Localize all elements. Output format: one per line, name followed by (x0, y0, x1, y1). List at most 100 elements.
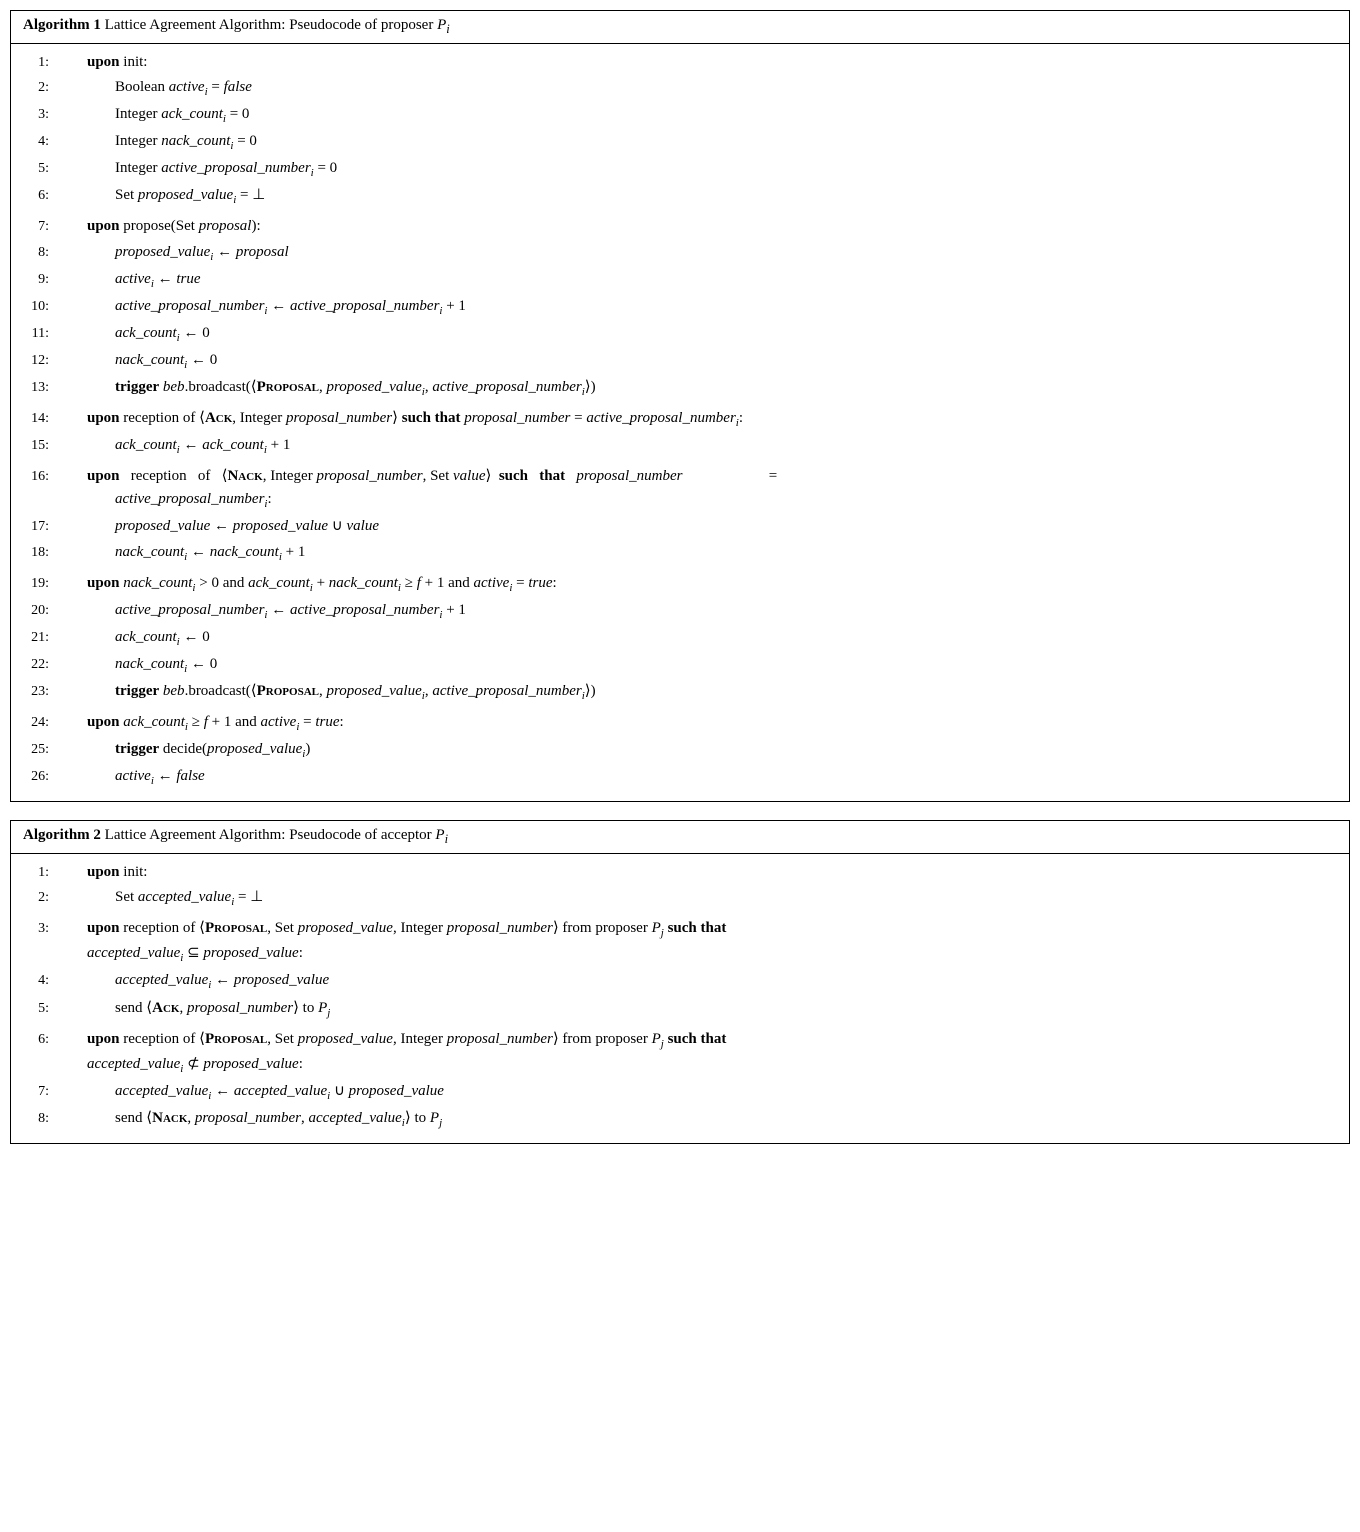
line-number: 4: (11, 969, 59, 992)
code-line: 16:upon reception of ⟨Nack, Integer prop… (11, 464, 1349, 514)
line-number: 3: (11, 917, 59, 940)
code-line: 6:Set proposed_valuei = ⊥ (11, 183, 1349, 210)
line-content: upon reception of ⟨Proposal, Set propose… (59, 1028, 1349, 1078)
line-content: active_proposal_numberi ← active_proposa… (59, 295, 1349, 320)
code-line: 4:accepted_valuei ← proposed_value (11, 968, 1349, 995)
code-line: 8:send ⟨Nack, proposal_number, accepted_… (11, 1106, 1349, 1133)
line-content: ack_counti ← 0 (59, 626, 1349, 651)
code-line: 6:upon reception of ⟨Proposal, Set propo… (11, 1027, 1349, 1079)
code-line: 11:ack_counti ← 0 (11, 321, 1349, 348)
line-content: upon reception of ⟨Proposal, Set propose… (59, 917, 1349, 967)
line-content: Integer ack_counti = 0 (59, 103, 1349, 128)
line-content: upon nack_counti > 0 and ack_counti + na… (59, 572, 1349, 597)
algorithm-P: Pi (435, 827, 448, 843)
line-number: 6: (11, 184, 59, 207)
line-content: Integer nack_counti = 0 (59, 130, 1349, 155)
line-number: 15: (11, 434, 59, 457)
code-line: 15:ack_counti ← ack_counti + 1 (11, 433, 1349, 460)
line-number: 11: (11, 322, 59, 345)
line-number: 10: (11, 295, 59, 318)
line-content: upon reception of ⟨Nack, Integer proposa… (59, 465, 1349, 513)
algorithm-P: Pi (437, 17, 450, 33)
line-content: send ⟨Nack, proposal_number, accepted_va… (59, 1107, 1349, 1132)
line-content: upon reception of ⟨Ack, Integer proposal… (59, 407, 1349, 432)
algorithm-label: Algorithm 2 (23, 827, 101, 843)
line-number: 18: (11, 541, 59, 564)
code-line: 1:upon init: (11, 860, 1349, 885)
line-content: send ⟨Ack, proposal_number⟩ to Pj (59, 997, 1349, 1022)
algorithm-body-algo2: 1:upon init:2:Set accepted_valuei = ⊥3:u… (11, 854, 1349, 1143)
line-number: 20: (11, 599, 59, 622)
line-content: trigger beb.broadcast(⟨Proposal, propose… (59, 680, 1349, 705)
algorithm-label: Algorithm 1 (23, 17, 101, 33)
line-number: 17: (11, 515, 59, 538)
line-number: 19: (11, 572, 59, 595)
line-content: nack_counti ← nack_counti + 1 (59, 541, 1349, 566)
algorithm-box-algo2: Algorithm 2 Lattice Agreement Algorithm:… (10, 820, 1350, 1144)
line-content: Set proposed_valuei = ⊥ (59, 184, 1349, 209)
line-number: 9: (11, 268, 59, 291)
code-line: 2:Set accepted_valuei = ⊥ (11, 885, 1349, 912)
line-number: 8: (11, 241, 59, 264)
line-number: 25: (11, 738, 59, 761)
algorithm-box-algo1: Algorithm 1 Lattice Agreement Algorithm:… (10, 10, 1350, 802)
line-content: activei ← true (59, 268, 1349, 293)
line-content: accepted_valuei ← proposed_value (59, 969, 1349, 994)
code-line: 14:upon reception of ⟨Ack, Integer propo… (11, 406, 1349, 433)
line-content: ack_counti ← ack_counti + 1 (59, 434, 1349, 459)
line-number: 23: (11, 680, 59, 703)
line-number: 24: (11, 711, 59, 734)
code-line: 13:trigger beb.broadcast(⟨Proposal, prop… (11, 375, 1349, 402)
line-content: upon propose(Set proposal): (59, 215, 1349, 238)
line-number: 2: (11, 886, 59, 909)
code-line: 24:upon ack_counti ≥ f + 1 and activei =… (11, 710, 1349, 737)
line-number: 1: (11, 861, 59, 884)
code-line: 20:active_proposal_numberi ← active_prop… (11, 598, 1349, 625)
code-line: 2:Boolean activei = false (11, 75, 1349, 102)
line-number: 14: (11, 407, 59, 430)
line-number: 4: (11, 130, 59, 153)
code-line: 8:proposed_valuei ← proposal (11, 240, 1349, 267)
line-content: trigger decide(proposed_valuei) (59, 738, 1349, 763)
algorithm-header-algo2: Algorithm 2 Lattice Agreement Algorithm:… (11, 821, 1349, 854)
line-number: 16: (11, 465, 59, 488)
line-number: 1: (11, 51, 59, 74)
line-content: Boolean activei = false (59, 76, 1349, 101)
code-line: 7:accepted_valuei ← accepted_valuei ∪ pr… (11, 1079, 1349, 1106)
line-number: 2: (11, 76, 59, 99)
algorithm-header-algo1: Algorithm 1 Lattice Agreement Algorithm:… (11, 11, 1349, 44)
line-number: 12: (11, 349, 59, 372)
line-number: 21: (11, 626, 59, 649)
line-number: 6: (11, 1028, 59, 1051)
line-number: 22: (11, 653, 59, 676)
line-content: ack_counti ← 0 (59, 322, 1349, 347)
code-line: 7:upon propose(Set proposal): (11, 214, 1349, 239)
code-line: 10:active_proposal_numberi ← active_prop… (11, 294, 1349, 321)
code-line: 4:Integer nack_counti = 0 (11, 129, 1349, 156)
code-line: 12:nack_counti ← 0 (11, 348, 1349, 375)
code-line: 22:nack_counti ← 0 (11, 652, 1349, 679)
line-number: 8: (11, 1107, 59, 1130)
code-line: 5:send ⟨Ack, proposal_number⟩ to Pj (11, 996, 1349, 1023)
line-content: upon ack_counti ≥ f + 1 and activei = tr… (59, 711, 1349, 736)
code-line: 3:upon reception of ⟨Proposal, Set propo… (11, 916, 1349, 968)
line-content: active_proposal_numberi ← active_proposa… (59, 599, 1349, 624)
line-number: 13: (11, 376, 59, 399)
code-line: 19:upon nack_counti > 0 and ack_counti +… (11, 571, 1349, 598)
line-number: 5: (11, 997, 59, 1020)
app-container: Algorithm 1 Lattice Agreement Algorithm:… (10, 10, 1350, 1144)
code-line: 5:Integer active_proposal_numberi = 0 (11, 156, 1349, 183)
code-line: 3:Integer ack_counti = 0 (11, 102, 1349, 129)
code-line: 17:proposed_value ← proposed_value ∪ val… (11, 514, 1349, 539)
line-number: 7: (11, 1080, 59, 1103)
code-line: 9:activei ← true (11, 267, 1349, 294)
line-content: trigger beb.broadcast(⟨Proposal, propose… (59, 376, 1349, 401)
line-number: 5: (11, 157, 59, 180)
line-number: 3: (11, 103, 59, 126)
code-line: 23:trigger beb.broadcast(⟨Proposal, prop… (11, 679, 1349, 706)
line-content: nack_counti ← 0 (59, 653, 1349, 678)
code-line: 25:trigger decide(proposed_valuei) (11, 737, 1349, 764)
code-line: 26:activei ← false (11, 764, 1349, 791)
line-content: accepted_valuei ← accepted_valuei ∪ prop… (59, 1080, 1349, 1105)
line-content: Set accepted_valuei = ⊥ (59, 886, 1349, 911)
